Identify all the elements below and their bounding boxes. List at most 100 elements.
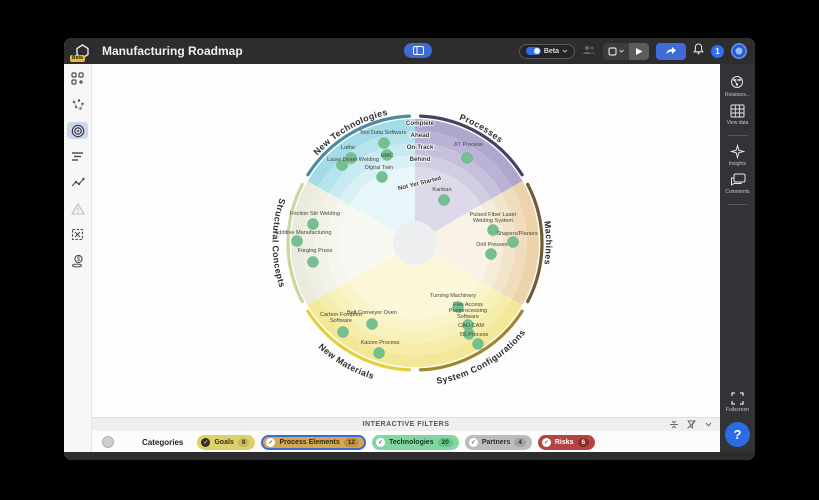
data-point-label: Kanban <box>432 187 451 193</box>
data-point[interactable] <box>374 348 385 359</box>
sidebar-item-comments[interactable]: Comments <box>725 173 749 195</box>
sidebar-item-label: Relations... <box>725 92 750 98</box>
board-view-button[interactable] <box>404 43 432 58</box>
filter-chip-partners[interactable]: ✓Partners4 <box>465 435 532 450</box>
sidebar-item-relations[interactable]: Relations... <box>725 74 750 98</box>
roadmap-chart: ProcessesJIT ProcessKanbanMachinesPulsed… <box>92 64 720 417</box>
ring-label: On-Track <box>407 144 434 151</box>
view-mode-segmented-control <box>603 43 649 60</box>
share-button[interactable] <box>656 43 686 60</box>
trend-icon[interactable] <box>67 174 88 191</box>
play-button[interactable] <box>629 43 649 60</box>
sector-label: Structural Concepts <box>270 197 287 289</box>
window-bottom-edge <box>64 452 755 460</box>
ring-label: Complete <box>406 120 435 127</box>
data-point-label: JIT Process <box>453 142 483 148</box>
sidebar-item-label: Insights <box>729 161 746 167</box>
beta-mode-toggle[interactable]: Beta <box>519 44 575 59</box>
filters-title: INTERACTIVE FILTERS <box>92 421 720 428</box>
app-window: Beta Manufacturing Roadmap Beta <box>64 38 755 460</box>
warning-icon[interactable] <box>67 200 88 217</box>
radar-target-icon[interactable] <box>67 122 88 139</box>
chevron-down-icon[interactable] <box>705 422 712 427</box>
body: $ ProcessesJIT ProcessKanbanMachinesPuls… <box>64 64 755 452</box>
bell-icon <box>693 43 704 55</box>
relations-icon <box>729 74 745 90</box>
clear-filters-icon[interactable] <box>687 420 696 429</box>
screen-icon <box>608 47 617 56</box>
right-sidebar: Relations... View data Insights Comments… <box>720 64 755 452</box>
filter-chip-risks[interactable]: ✓Risks6 <box>538 435 595 450</box>
data-point[interactable] <box>292 236 303 247</box>
data-point[interactable] <box>338 327 349 338</box>
drag-handle[interactable] <box>102 436 114 448</box>
people-icon <box>582 45 596 55</box>
collapse-icon[interactable] <box>670 420 678 429</box>
user-count-badge[interactable]: 1 <box>711 45 724 58</box>
toggle-switch[interactable] <box>526 47 541 55</box>
list-lines-icon[interactable] <box>67 148 88 165</box>
chip-count-badge: 8 <box>238 438 250 447</box>
data-point[interactable] <box>486 249 497 260</box>
screen-select-button[interactable] <box>603 43 629 60</box>
sidebar-item-insights[interactable]: Insights <box>729 144 746 167</box>
chip-label: Process Elements <box>279 439 339 446</box>
data-point-label: Lathe <box>341 145 355 151</box>
app-logo[interactable]: Beta <box>72 41 92 61</box>
sidebar-item-view-data[interactable]: View data <box>727 104 749 126</box>
data-point[interactable] <box>367 319 378 330</box>
main-canvas: ProcessesJIT ProcessKanbanMachinesPulsed… <box>92 64 720 452</box>
comments-icon <box>730 173 746 187</box>
check-icon: ✓ <box>201 438 210 447</box>
data-point[interactable] <box>308 257 319 268</box>
cluster-icon[interactable] <box>67 96 88 113</box>
help-button[interactable]: ? <box>725 422 750 447</box>
play-icon <box>635 47 643 56</box>
sidebar-item-label: Comments <box>725 189 749 195</box>
data-point-label: HMC <box>381 153 394 159</box>
page-title: Manufacturing Roadmap <box>102 44 243 58</box>
filter-chip-process-elements[interactable]: ✓ Process Elements 12 <box>261 435 366 450</box>
view-data-icon <box>730 104 745 118</box>
data-point-label: Shapers/Planers <box>496 231 538 237</box>
check-icon: ✓ <box>469 438 478 447</box>
chip-count-badge: 12 <box>344 438 359 447</box>
data-point[interactable] <box>462 153 473 164</box>
collaborators-button[interactable] <box>582 42 596 60</box>
data-point[interactable] <box>308 219 319 230</box>
chip-label: Risks <box>555 439 574 446</box>
filters-header[interactable]: INTERACTIVE FILTERS <box>92 418 720 431</box>
investment-icon[interactable]: $ <box>67 252 88 269</box>
interactive-filters-panel: INTERACTIVE FILTERS Categories ✓Goals8✓P… <box>92 417 720 452</box>
avatar[interactable] <box>731 43 747 59</box>
check-icon: ✓ <box>376 438 385 447</box>
board-icon <box>413 46 424 55</box>
data-point[interactable] <box>439 195 450 206</box>
logo-beta-badge: Beta <box>70 55 85 62</box>
data-point-label: Laser Beam Welding <box>327 157 379 163</box>
data-point[interactable] <box>508 237 519 248</box>
fullscreen-label: Fullscreen <box>726 407 749 413</box>
titlebar: Beta Manufacturing Roadmap Beta <box>64 38 755 64</box>
data-point-label: Friction Stir Welding <box>290 211 340 217</box>
fullscreen-button[interactable]: Fullscreen <box>726 392 749 413</box>
mode-label: Beta <box>544 48 559 55</box>
dashboard-add-icon[interactable] <box>67 70 88 87</box>
divider <box>728 204 748 205</box>
data-point-label: CAD-CAM <box>458 323 484 329</box>
selection-box-icon[interactable] <box>67 226 88 243</box>
filter-chip-goals[interactable]: ✓Goals8 <box>197 435 255 450</box>
check-icon: ✓ <box>542 438 551 447</box>
filter-chip-technologies[interactable]: ✓Technologies20 <box>372 435 459 450</box>
insights-icon <box>730 144 745 159</box>
share-arrow-icon <box>665 46 677 56</box>
sidebar-item-label: View data <box>727 120 749 126</box>
check-icon: ✓ <box>266 438 275 447</box>
chart-hub <box>393 221 437 265</box>
data-point[interactable] <box>473 339 484 350</box>
chip-count-badge: 20 <box>438 438 453 447</box>
notifications-button[interactable] <box>693 42 704 60</box>
data-point[interactable] <box>377 172 388 183</box>
data-point[interactable] <box>379 138 390 149</box>
data-point-label: Pulsed Fiber LaserWelding System <box>470 212 517 224</box>
